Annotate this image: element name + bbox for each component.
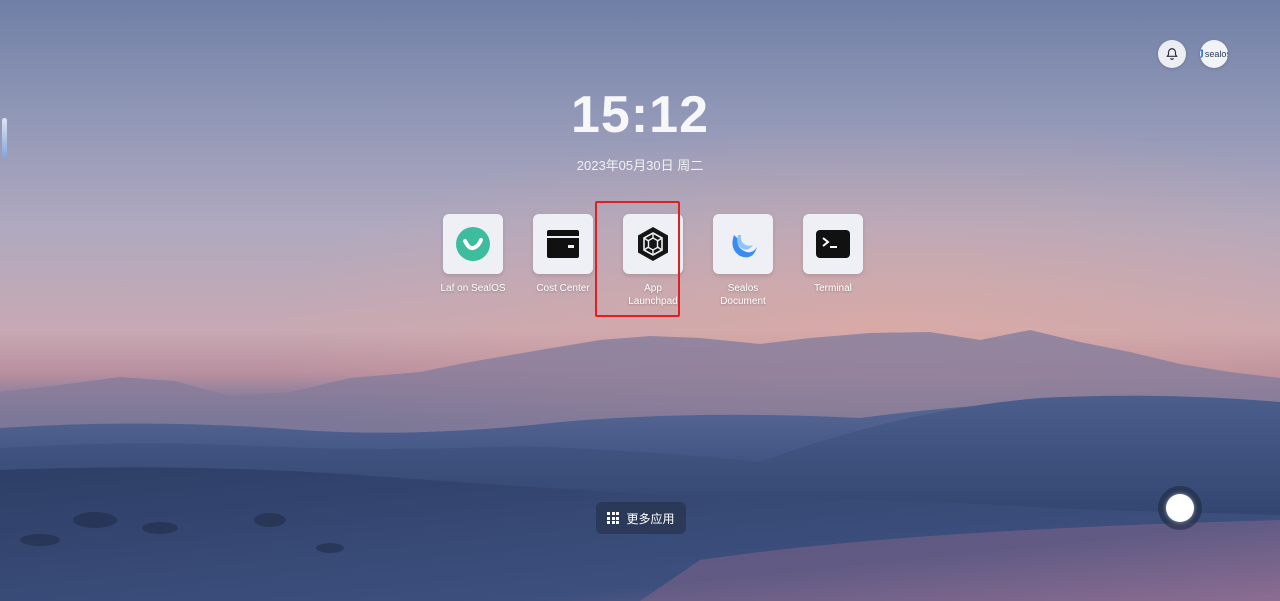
- wallet-icon: [547, 230, 579, 258]
- notification-button[interactable]: [1158, 40, 1186, 68]
- more-apps-label: 更多应用: [626, 511, 675, 526]
- app-sealos-document-tile[interactable]: [713, 214, 773, 274]
- app-laf-tile[interactable]: [443, 214, 503, 274]
- app-cost-center-label: Cost Center: [536, 283, 590, 294]
- bell-icon: [1166, 48, 1178, 60]
- sealos-logo-icon: J: [1200, 47, 1204, 61]
- app-cost-center-tile[interactable]: [533, 214, 593, 274]
- app-sealos-document-label: Sealos Document: [720, 283, 766, 307]
- avatar-text: sealos: [1204, 49, 1228, 59]
- avatar[interactable]: J sealos: [1200, 40, 1228, 68]
- clock-time: 15:12: [571, 86, 709, 144]
- floating-assistant-button[interactable]: [1158, 486, 1202, 530]
- floating-button-dot: [1166, 494, 1194, 522]
- app-terminal-tile[interactable]: [803, 214, 863, 274]
- sealos-doc-icon: [732, 235, 757, 258]
- clock-date: 2023年05月30日 周二: [576, 158, 704, 173]
- app-laf-label: Laf on SealOS: [440, 283, 506, 294]
- laf-icon: [456, 227, 490, 261]
- grid-icon: [607, 512, 620, 524]
- more-apps-button[interactable]: 更多应用: [596, 502, 686, 534]
- top-right-toolbar: J sealos: [1158, 40, 1228, 68]
- app-sealos-document[interactable]: Sealos Document: [698, 214, 788, 308]
- app-terminal[interactable]: Terminal: [788, 214, 878, 308]
- app-laf[interactable]: Laf on SealOS: [428, 214, 518, 308]
- app-terminal-label: Terminal: [814, 283, 852, 294]
- terminal-icon: [816, 230, 850, 258]
- selection-highlight: [595, 201, 680, 317]
